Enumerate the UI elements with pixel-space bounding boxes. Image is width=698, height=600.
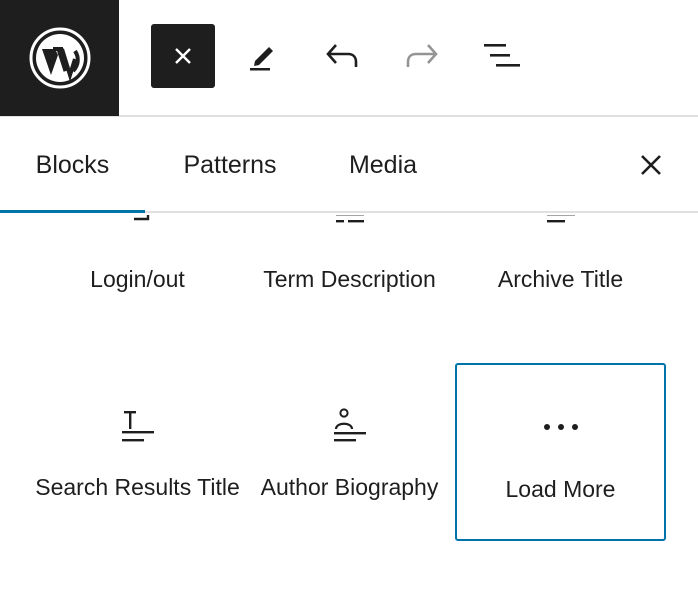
tab-media[interactable]: Media <box>320 117 446 213</box>
editor-toolbar <box>0 0 698 117</box>
block-author-biography[interactable]: Author Biography <box>244 363 455 501</box>
close-icon <box>175 48 191 64</box>
search-title-icon <box>114 403 162 451</box>
block-search-results-title[interactable]: Search Results Title <box>32 363 243 501</box>
term-description-icon <box>326 215 374 235</box>
list-view-icon <box>484 44 520 67</box>
block-archive-title[interactable]: Archive Title <box>455 215 666 293</box>
tab-blocks[interactable]: Blocks <box>0 117 145 213</box>
author-bio-icon <box>326 403 374 451</box>
undo-icon <box>326 44 358 67</box>
list-view-button[interactable] <box>470 24 534 88</box>
block-label: Load More <box>505 476 616 502</box>
more-dots-icon <box>537 403 585 451</box>
block-label: Term Description <box>263 266 436 292</box>
archive-title-icon <box>537 215 585 235</box>
block-label: Search Results Title <box>35 474 240 500</box>
login-icon <box>114 215 162 235</box>
inserter-tabs: Blocks Patterns Media <box>0 117 698 213</box>
redo-button[interactable] <box>390 24 454 88</box>
block-term-description[interactable]: Term Description <box>244 215 455 293</box>
undo-button[interactable] <box>310 24 374 88</box>
wordpress-logo[interactable] <box>0 0 119 116</box>
close-inserter-button[interactable] <box>151 24 215 88</box>
tab-patterns[interactable]: Patterns <box>150 117 310 213</box>
tools-button[interactable] <box>230 24 294 88</box>
active-tab-indicator <box>0 210 145 213</box>
close-panel-button[interactable] <box>621 135 681 195</box>
close-icon <box>641 155 661 175</box>
block-label: Login/out <box>90 266 185 292</box>
pencil-icon <box>250 47 273 71</box>
block-list: Login/out Term Description Archive Title <box>0 215 698 600</box>
block-label: Archive Title <box>497 266 624 292</box>
wordpress-logo-icon <box>29 27 90 89</box>
redo-icon <box>406 44 438 67</box>
block-label: Author Biography <box>260 474 439 500</box>
block-login-out[interactable]: Login/out <box>32 215 243 293</box>
block-load-more[interactable]: Load More <box>455 363 666 541</box>
